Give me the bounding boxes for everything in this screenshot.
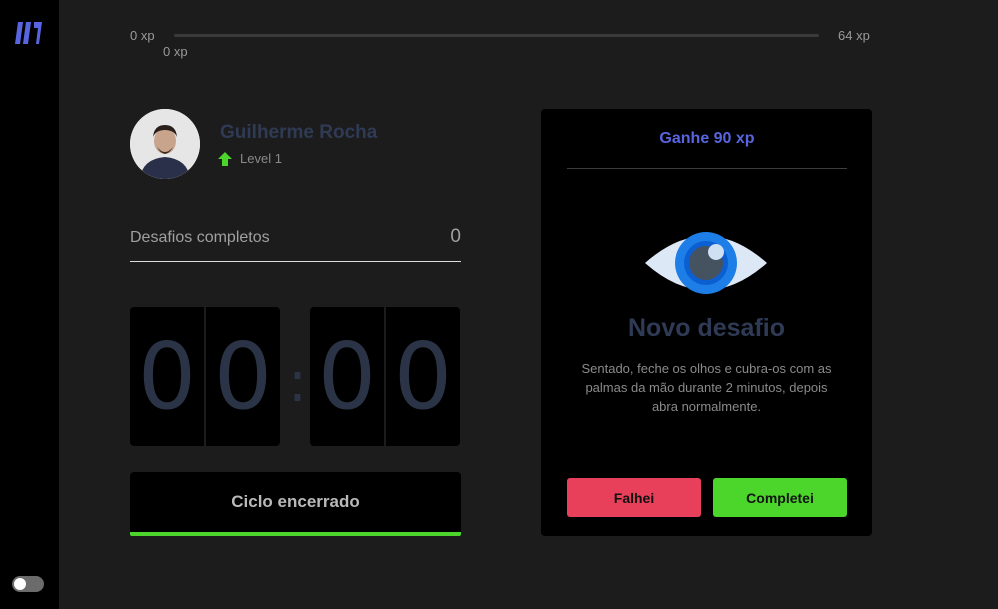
completed-challenges-label: Desafios completos — [130, 229, 270, 246]
challenge-reward: Ganhe 90 xp — [567, 109, 847, 169]
sidebar — [0, 0, 59, 609]
minutes-tens-digit: 0 — [130, 307, 205, 446]
challenge-title: Novo desafio — [628, 314, 785, 342]
minutes-ones-digit: 0 — [205, 307, 280, 446]
xp-end-label: 64 xp — [838, 28, 870, 43]
profile-name: Guilherme Rocha — [220, 122, 378, 143]
completed-challenges-count: 0 — [450, 226, 461, 247]
app-logo-icon[interactable] — [15, 20, 43, 46]
level-up-arrow-icon — [218, 151, 232, 166]
theme-toggle[interactable] — [12, 576, 44, 592]
level-row: Level 1 — [218, 151, 282, 166]
completed-button[interactable]: Completei — [713, 478, 847, 517]
countdown-seconds: 0 0 — [310, 307, 460, 446]
cycle-finished-button[interactable]: Ciclo encerrado — [130, 472, 461, 536]
countdown-separator: : — [288, 350, 307, 415]
countdown-minutes: 0 0 — [130, 307, 280, 446]
challenge-description: Sentado, feche os olhos e cubra-os com a… — [581, 361, 832, 414]
xp-progress-bar — [174, 34, 819, 37]
avatar — [130, 109, 200, 179]
seconds-tens-digit: 0 — [310, 307, 385, 446]
seconds-ones-digit: 0 — [385, 307, 460, 446]
avatar-photo — [130, 109, 200, 179]
failed-button[interactable]: Falhei — [567, 478, 701, 517]
challenge-card: Ganhe 90 xp Novo desafio Sentado, feche … — [541, 109, 872, 536]
eye-icon — [645, 232, 767, 294]
xp-current-label: 0 xp — [163, 44, 188, 59]
toggle-knob — [14, 578, 26, 590]
xp-start-label: 0 xp — [130, 28, 155, 43]
level-label: Level 1 — [240, 151, 282, 166]
completed-challenges: Desafios completos 0 — [130, 226, 461, 262]
